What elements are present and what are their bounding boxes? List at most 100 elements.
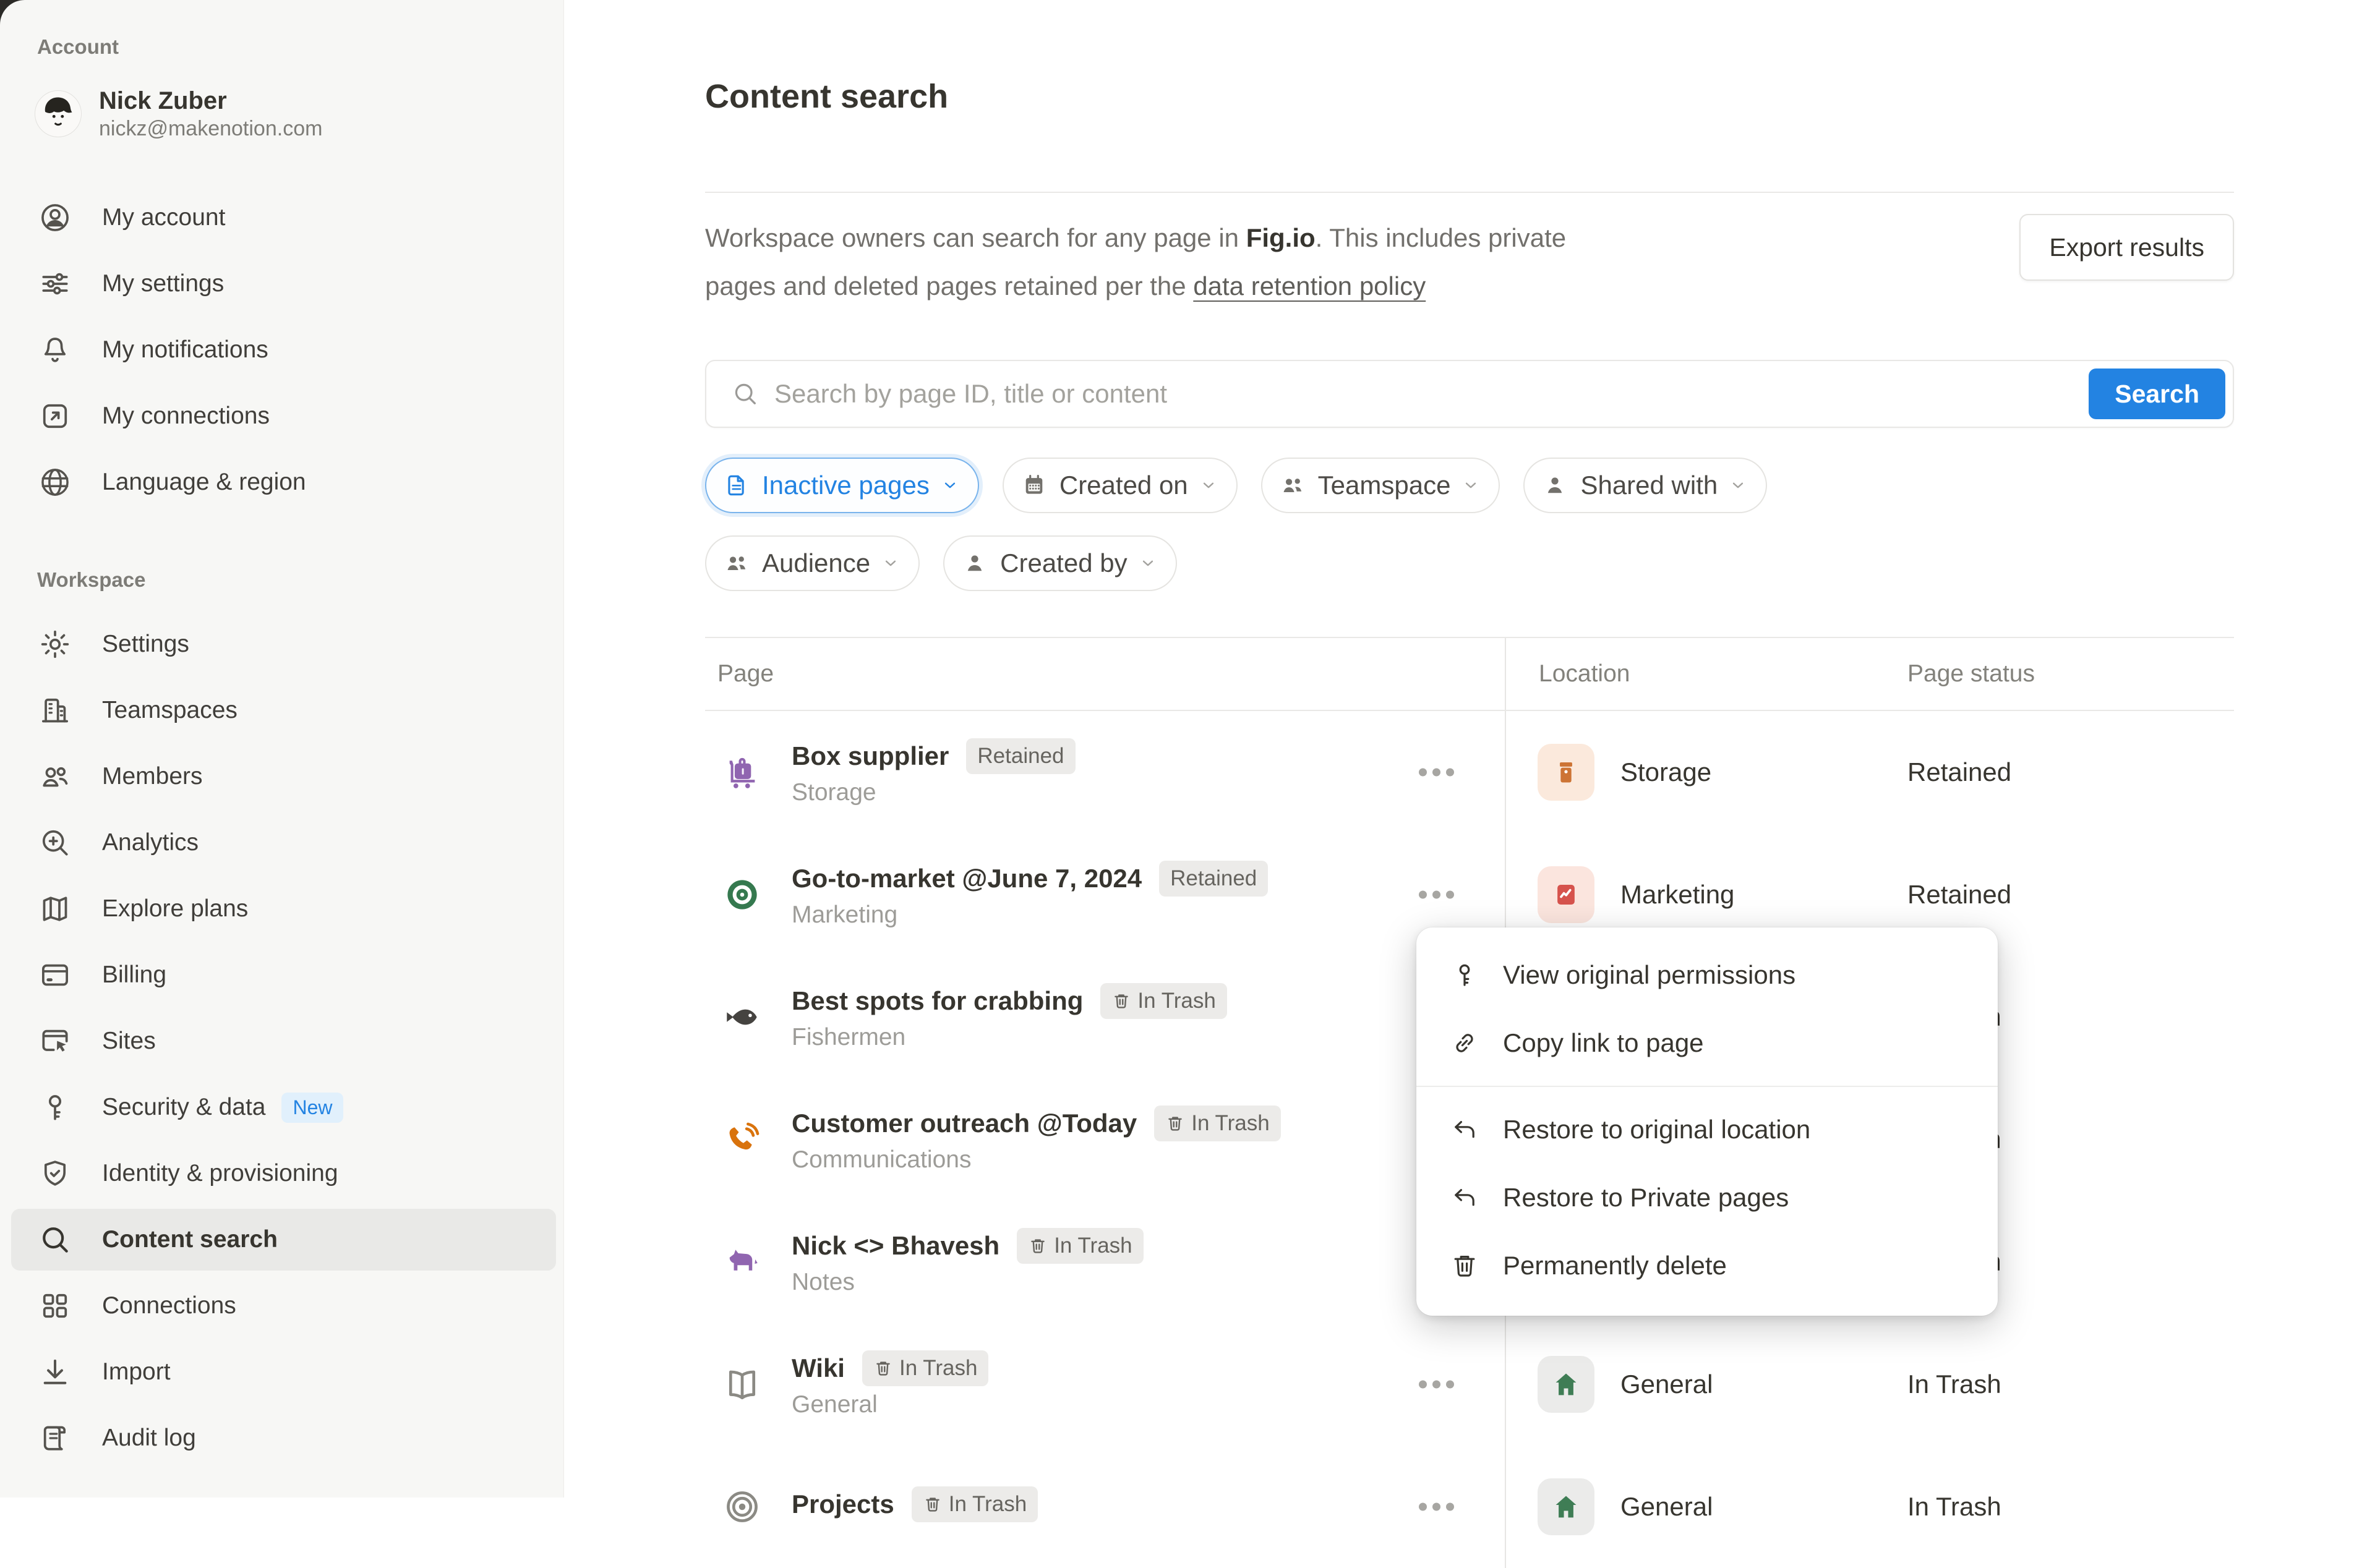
house-icon [1550, 1368, 1582, 1400]
page-subtitle: Fishermen [792, 1024, 1227, 1051]
title-divider [705, 192, 2234, 193]
storage-box-icon [1550, 756, 1582, 788]
page-icon [724, 472, 750, 498]
search-bar: Search [705, 360, 2234, 428]
workspace-nav: Settings Teamspaces Members Analytics Ex… [0, 613, 563, 1469]
menu-item-restore-to-original-location[interactable]: Restore to original location [1416, 1096, 1998, 1164]
chevron-down-icon [941, 476, 959, 495]
sidebar-item-my-account[interactable]: My account [11, 187, 556, 249]
people-icon [724, 550, 750, 576]
export-results-button[interactable]: Export results [2019, 214, 2234, 281]
trash-icon [873, 1358, 893, 1378]
menu-divider [1416, 1086, 1998, 1087]
download-arrow-icon [38, 1355, 72, 1389]
sidebar-item-security-data[interactable]: Security & data New [11, 1076, 556, 1138]
column-header-location: Location [1505, 638, 1901, 710]
page-title: Box supplier [792, 741, 949, 771]
location-label: General [1620, 1370, 1713, 1399]
page-subtitle: General [792, 1391, 988, 1418]
trash-icon [1111, 991, 1131, 1011]
search-icon [731, 380, 760, 408]
menu-item-copy-link-to-page[interactable]: Copy link to page [1416, 1009, 1998, 1077]
horse-icon [722, 1242, 763, 1282]
filter-teamspace[interactable]: Teamspace [1261, 458, 1500, 513]
row-actions-button[interactable] [1413, 762, 1460, 783]
page-subtitle: Notes [792, 1269, 1144, 1296]
building-icon [38, 693, 72, 728]
sidebar-item-audit-log[interactable]: Audit log [11, 1407, 556, 1469]
page-subtitle: Communications [792, 1146, 1281, 1174]
person-icon [962, 550, 988, 576]
search-input[interactable] [773, 378, 2233, 409]
row-actions-button[interactable] [1413, 1374, 1460, 1395]
status-badge: In Trash [1100, 983, 1226, 1019]
row-context-menu: View original permissions Copy link to p… [1416, 927, 1998, 1316]
filter-inactive-pages[interactable]: Inactive pages [705, 458, 979, 513]
menu-item-view-original-permissions[interactable]: View original permissions [1416, 941, 1998, 1009]
sidebar-item-teamspaces[interactable]: Teamspaces [11, 680, 556, 741]
search-button[interactable]: Search [2089, 369, 2225, 419]
workspace-section-label: Workspace [37, 568, 563, 592]
sidebar-item-content-search[interactable]: Content search [11, 1209, 556, 1271]
globe-icon [38, 465, 72, 500]
sidebar-item-explore-plans[interactable]: Explore plans [11, 878, 556, 940]
status-badge: In Trash [1017, 1228, 1143, 1264]
table-row: Box supplier Retained Storage Storage Re… [705, 711, 2234, 833]
sidebar-item-my-connections[interactable]: My connections [11, 385, 556, 447]
scroll-icon [38, 1421, 72, 1455]
page-title: Wiki [792, 1353, 845, 1383]
column-header-page-status: Page status [1901, 660, 2234, 688]
target-icon [722, 874, 763, 915]
page-title: Best spots for crabbing [792, 986, 1083, 1016]
location-tile [1538, 1478, 1594, 1535]
data-retention-policy-link[interactable]: data retention policy [1193, 271, 1426, 300]
gear-icon [38, 627, 72, 662]
filter-shared-with[interactable]: Shared with [1523, 458, 1767, 513]
page-status: Retained [1901, 880, 2234, 910]
sidebar-item-import[interactable]: Import [11, 1341, 556, 1403]
sidebar-item-analytics[interactable]: Analytics [11, 812, 556, 874]
new-badge: New [281, 1093, 343, 1123]
page-title: Projects [792, 1489, 894, 1519]
browser-cursor-icon [38, 1024, 72, 1059]
magnifier-sparkle-icon [38, 825, 72, 860]
sidebar-item-members[interactable]: Members [11, 746, 556, 807]
map-icon [38, 892, 72, 926]
credit-card-icon [38, 958, 72, 992]
sidebar-item-identity-provisioning[interactable]: Identity & provisioning [11, 1143, 556, 1204]
table-header: Page Location Page status [705, 638, 2234, 711]
fish-icon [722, 997, 763, 1038]
sidebar-item-settings[interactable]: Settings [11, 613, 556, 675]
filter-audience[interactable]: Audience [705, 535, 920, 591]
row-actions-button[interactable] [1413, 885, 1460, 905]
link-icon [1450, 1028, 1479, 1058]
account-name: Nick Zuber [99, 86, 322, 116]
filter-created-by[interactable]: Created by [943, 535, 1176, 591]
people-icon [38, 759, 72, 794]
people-icon [1280, 472, 1306, 498]
account-summary: Nick Zuber nickz@makenotion.com [35, 84, 563, 143]
sidebar-item-language-region[interactable]: Language & region [11, 451, 556, 513]
page-title: Go-to-market @June 7, 2024 [792, 864, 1142, 893]
key-icon [1450, 960, 1479, 990]
sidebar-item-billing[interactable]: Billing [11, 944, 556, 1006]
chevron-down-icon [881, 554, 900, 573]
grid-icon [38, 1289, 72, 1323]
location-tile [1538, 1356, 1594, 1413]
sidebar-item-my-settings[interactable]: My settings [11, 253, 556, 315]
magnifier-icon [38, 1222, 72, 1257]
row-actions-button[interactable] [1413, 1497, 1460, 1517]
sidebar-item-connections[interactable]: Connections [11, 1275, 556, 1337]
filter-created-on[interactable]: Created on [1003, 458, 1238, 513]
sidebar-item-sites[interactable]: Sites [11, 1010, 556, 1072]
person-icon [1542, 472, 1568, 498]
status-badge: Retained [1159, 861, 1268, 897]
table-row: Projects In Trash General In Trash [705, 1446, 2234, 1568]
house-icon [1550, 1491, 1582, 1523]
spiral-icon [722, 1486, 763, 1527]
settings-sidebar: Account Nick Zuber nickz@makenotion.com … [0, 0, 564, 1498]
sidebar-item-my-notifications[interactable]: My notifications [11, 319, 556, 381]
menu-item-restore-to-private-pages[interactable]: Restore to Private pages [1416, 1164, 1998, 1232]
menu-item-permanently-delete[interactable]: Permanently delete [1416, 1232, 1998, 1300]
phone-icon [722, 1119, 763, 1160]
